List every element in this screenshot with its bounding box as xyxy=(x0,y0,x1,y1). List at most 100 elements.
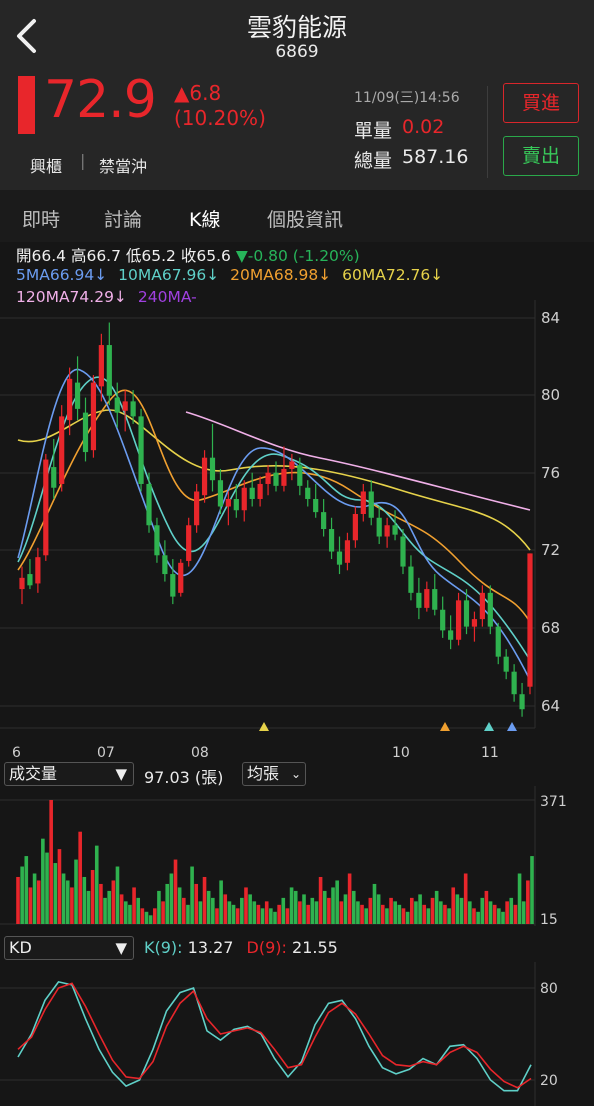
tab-realtime[interactable]: 即時 xyxy=(22,205,60,232)
candle-body xyxy=(98,345,104,387)
volume-bar xyxy=(488,901,493,924)
volume-bar xyxy=(418,894,422,924)
candle-body xyxy=(186,525,192,561)
tab-stock-info[interactable]: 個股資訊 xyxy=(267,205,343,232)
volume-bar xyxy=(115,866,120,924)
event-marker-yellow xyxy=(259,722,269,731)
candle-body xyxy=(146,483,152,526)
candle-body xyxy=(90,382,97,451)
volume-bar xyxy=(194,883,199,924)
volume-bar xyxy=(123,901,128,924)
ma60-label: 60MA72.76↓ xyxy=(342,266,444,284)
volume-bar xyxy=(78,831,82,924)
unit-volume-label: 單量 xyxy=(354,120,393,142)
volume-bar xyxy=(182,897,186,924)
tab-kline[interactable]: K線 xyxy=(189,205,220,232)
y-tick-label: 371 xyxy=(540,794,567,810)
x-tick-label: 10 xyxy=(392,745,410,761)
volume-bar xyxy=(169,873,174,924)
candle-body xyxy=(170,574,176,597)
volume-bar xyxy=(144,911,149,924)
candle-body xyxy=(305,487,311,499)
candle-body xyxy=(194,491,200,526)
ma5-label: 5MA66.94↓ xyxy=(16,266,108,284)
candle-body xyxy=(59,416,65,484)
volume-value: 97.03 (張) xyxy=(144,768,224,787)
candle-body xyxy=(368,491,374,518)
high-value: 高66.7 xyxy=(70,247,121,265)
x-axis: 6 07 08 10 11 xyxy=(12,745,499,761)
candle-body xyxy=(503,656,509,672)
volume-mode-select[interactable]: 均張 ⌄ xyxy=(242,762,306,786)
volume-bar xyxy=(434,890,439,924)
volume-bar xyxy=(293,890,298,924)
kd-chart[interactable]: 80 20 xyxy=(0,962,594,1106)
volume-bar xyxy=(459,897,464,924)
volume-bar xyxy=(468,901,472,924)
candle-body xyxy=(225,498,231,507)
event-marker-orange xyxy=(440,722,450,731)
buy-button[interactable]: 買進 xyxy=(503,83,579,123)
candlestick-chart[interactable]: 84 80 76 72 68 64 6 07 08 10 11 xyxy=(0,300,594,765)
stock-name: 雲豹能源 xyxy=(246,13,347,42)
candle-body xyxy=(106,345,112,396)
candle-body xyxy=(495,626,501,657)
volume-chart[interactable]: 371 15 xyxy=(0,786,594,926)
y-tick-label: 64 xyxy=(541,697,560,715)
daytrade-tag: 禁當沖 xyxy=(99,157,148,176)
volume-bar xyxy=(463,873,468,924)
volume-bar xyxy=(310,897,315,924)
open-value: 開66.4 xyxy=(16,247,67,265)
candle-body xyxy=(511,671,517,695)
event-markers xyxy=(259,722,517,731)
volume-bar xyxy=(364,908,368,924)
candle-body xyxy=(233,498,239,511)
candle-body xyxy=(321,512,327,530)
volume-bar xyxy=(517,873,522,924)
x-tick-label: 08 xyxy=(191,745,209,761)
volume-bar xyxy=(356,901,360,924)
volume-bar xyxy=(322,890,327,924)
volume-bar xyxy=(36,880,41,924)
candle-body xyxy=(360,491,366,514)
volume-bar xyxy=(273,911,277,924)
candle-body xyxy=(281,468,287,486)
kd-indicator-select[interactable]: KD ▼ xyxy=(4,936,134,960)
volume-bar xyxy=(90,870,95,924)
candle-body xyxy=(376,517,382,537)
volume-bar xyxy=(306,904,310,924)
volume-bar xyxy=(264,901,269,924)
candle-body xyxy=(265,472,271,484)
volume-bar xyxy=(447,908,451,924)
candle-body xyxy=(432,589,438,610)
candle-body xyxy=(487,592,493,627)
volume-bar xyxy=(509,897,514,924)
volume-bar xyxy=(368,897,373,924)
y-tick-label: 76 xyxy=(541,464,560,482)
candle-body xyxy=(297,465,303,486)
price-gridlines xyxy=(0,300,536,729)
volume-bar xyxy=(132,887,136,924)
candle-body xyxy=(479,592,485,620)
ma10-label: 10MA67.96↓ xyxy=(118,266,220,284)
price-change-percent: (10.20%) xyxy=(174,106,266,130)
candle-body xyxy=(249,487,255,499)
y-tick-label: 80 xyxy=(540,981,558,997)
sell-button[interactable]: 賣出 xyxy=(503,136,579,176)
volume-bar xyxy=(70,887,74,924)
volume-bar xyxy=(202,876,207,924)
volume-bar xyxy=(173,859,178,924)
candle-body xyxy=(344,540,351,563)
volume-indicator-select[interactable]: 成交量 ▼ xyxy=(4,762,134,786)
volume-bar xyxy=(526,880,530,924)
tab-discussion[interactable]: 討論 xyxy=(104,205,142,232)
volume-bar xyxy=(227,901,232,924)
candle-body xyxy=(217,480,224,507)
volume-bar xyxy=(32,873,37,924)
volume-bar xyxy=(422,904,427,924)
candle-body xyxy=(519,694,525,710)
volume-bar xyxy=(223,894,228,924)
dropdown-caret-icon: ▼ xyxy=(115,765,127,783)
volume-bar xyxy=(501,911,505,924)
volume-mode-label: 均張 xyxy=(247,764,280,783)
